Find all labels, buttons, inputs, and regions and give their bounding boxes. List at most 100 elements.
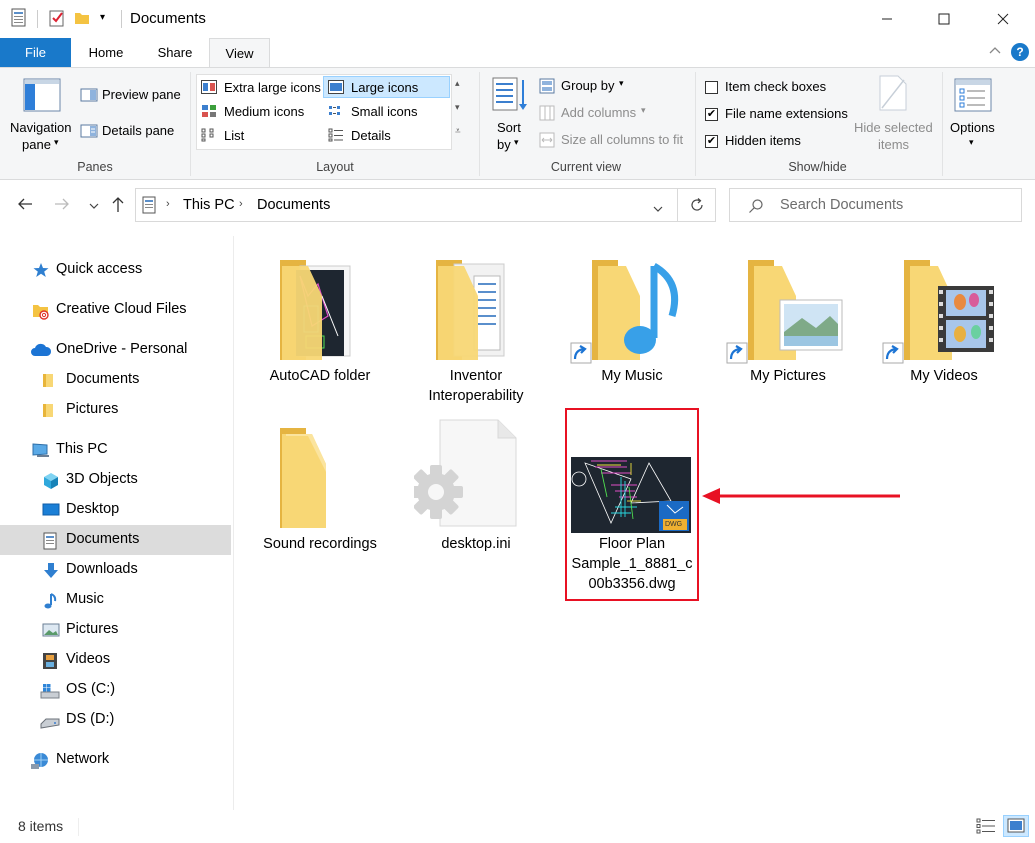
nav-documents[interactable]: Documents [0, 525, 231, 555]
breadcrumb-separator-icon[interactable]: › [239, 198, 243, 210]
add-columns-button[interactable]: Add columns [561, 105, 636, 120]
nav-quick-access[interactable]: Quick access [0, 255, 231, 285]
layout-small-icons[interactable]: Small icons [351, 104, 417, 119]
file-label: Sound recordings [263, 536, 377, 552]
tab-view[interactable]: View [209, 38, 270, 68]
file-name-extensions-checkbox[interactable]: ✔ [705, 108, 718, 121]
layout-medium-icons[interactable]: Medium icons [224, 104, 304, 119]
panes-group-label: Panes [77, 160, 113, 174]
help-icon[interactable]: ? [1011, 43, 1029, 61]
nav-this-pc[interactable]: This PC [0, 435, 231, 465]
pictures-icon [42, 622, 60, 638]
pane-divider[interactable] [233, 236, 234, 810]
sort-by-button[interactable]: Sort by ▾ [488, 76, 532, 156]
nav-label: OneDrive - Personal [56, 341, 188, 357]
current-view-group-label: Current view [550, 160, 622, 174]
gallery-scroll-down-icon[interactable]: ▾ [455, 102, 460, 113]
tab-share[interactable]: Share [141, 38, 209, 67]
tab-home[interactable]: Home [71, 38, 141, 67]
size-columns-icon [539, 132, 555, 151]
nav-onedrive-pictures[interactable]: Pictures [0, 395, 231, 425]
nav-downloads[interactable]: Downloads [0, 555, 231, 585]
status-divider [78, 818, 79, 836]
gallery-expand-icon[interactable]: ⩡ [455, 126, 461, 137]
search-box[interactable]: Search Documents [729, 188, 1022, 222]
show-hide-group-label: Show/hide [788, 160, 847, 174]
customize-quick-access-icon[interactable]: ▾ [100, 12, 105, 23]
file-item-sound-recordings[interactable]: Sound recordings [250, 418, 390, 558]
file-label: Floor Plan [598, 536, 666, 552]
small-icons-icon [328, 104, 344, 121]
recent-locations-icon[interactable] [88, 198, 100, 214]
item-check-boxes-checkbox[interactable] [705, 81, 718, 94]
nav-os-c[interactable]: OS (C:) [0, 675, 231, 705]
nav-3d-objects[interactable]: 3D Objects [0, 465, 231, 495]
navigation-pane-button[interactable]: Navigation pane ▾ [6, 76, 78, 156]
sort-by-label-2: by [497, 137, 511, 152]
navigation-pane-label: Navigation [10, 120, 72, 135]
nav-pictures[interactable]: Pictures [0, 615, 231, 645]
nav-music[interactable]: Music [0, 585, 231, 615]
options-button[interactable]: Options ▾ [946, 76, 1000, 156]
preview-pane-button[interactable]: Preview pane [102, 87, 181, 102]
folder-icon [42, 402, 60, 418]
nav-label: Pictures [66, 401, 119, 417]
tab-file[interactable]: File [0, 38, 71, 67]
new-folder-icon[interactable] [74, 10, 90, 29]
close-button[interactable] [980, 0, 1026, 38]
creative-cloud-folder-icon [32, 302, 50, 320]
breadcrumb-separator-icon[interactable]: › [166, 198, 170, 210]
preview-pane-icon [80, 88, 98, 105]
properties-icon[interactable] [48, 9, 66, 30]
group-by-button[interactable]: Group by [561, 78, 614, 93]
gallery-scroll-up-icon[interactable]: ▴ [455, 78, 460, 89]
breadcrumb-this-pc[interactable]: This PC [183, 197, 235, 213]
hidden-items-checkbox[interactable]: ✔ [705, 135, 718, 148]
file-item-autocad-folder[interactable]: AutoCAD folder [250, 250, 390, 400]
details-pane-button[interactable]: Details pane [102, 123, 174, 138]
file-item-my-music[interactable]: My Music [562, 250, 702, 390]
nav-desktop[interactable]: Desktop [0, 495, 231, 525]
nav-onedrive[interactable]: OneDrive - Personal [0, 335, 231, 365]
nav-label: Music [66, 591, 104, 607]
film-strip-icon [42, 652, 60, 669]
nav-label: 3D Objects [66, 471, 138, 487]
file-explorer-icon[interactable] [10, 8, 28, 31]
refresh-button[interactable] [678, 188, 716, 222]
large-icons-view-icon[interactable] [1003, 815, 1029, 837]
file-item-my-videos[interactable]: My Videos [874, 250, 1014, 390]
maximize-button[interactable] [921, 0, 967, 38]
layout-large-icons[interactable]: Large icons [351, 80, 418, 95]
nav-videos[interactable]: Videos [0, 645, 231, 675]
search-input[interactable]: Search Documents [780, 197, 903, 213]
nav-network[interactable]: Network [0, 745, 231, 775]
layout-list[interactable]: List [224, 128, 244, 143]
collapse-ribbon-icon[interactable] [988, 44, 1002, 58]
up-arrow-icon[interactable] [110, 195, 126, 216]
nav-label: This PC [56, 441, 108, 457]
nav-ds-d[interactable]: DS (D:) [0, 705, 231, 735]
forward-arrow-icon[interactable] [53, 196, 71, 215]
breadcrumb-documents[interactable]: Documents [257, 197, 330, 213]
address-bar[interactable]: › This PC › Documents [135, 188, 678, 222]
file-item-floor-plan-dwg[interactable]: DWG Floor Plan Sample_1_8881_c 00b3356.d… [562, 418, 702, 598]
file-label: My Pictures [750, 368, 826, 384]
desktop-icon [42, 502, 60, 518]
file-item-desktop-ini[interactable]: desktop.ini [406, 418, 546, 558]
nav-onedrive-documents[interactable]: Documents [0, 365, 231, 395]
divider [695, 72, 696, 176]
shortcut-arrow-icon [726, 342, 748, 367]
file-item-inventor-interoperability[interactable]: Inventor Interoperability [406, 250, 546, 410]
hide-selected-items-button[interactable]: Hide selected items [850, 74, 938, 154]
minimize-button[interactable] [864, 0, 910, 38]
inventor-folder-icon [434, 256, 514, 365]
layout-details[interactable]: Details [351, 128, 391, 143]
back-arrow-icon[interactable] [16, 196, 34, 215]
nav-creative-cloud-files[interactable]: Creative Cloud Files [0, 295, 231, 325]
size-columns-button[interactable]: Size all columns to fit [561, 132, 683, 147]
file-item-my-pictures[interactable]: My Pictures [718, 250, 858, 390]
address-history-icon[interactable] [652, 201, 664, 217]
layout-extra-large-icons[interactable]: Extra large icons [224, 80, 321, 95]
details-view-icon[interactable] [976, 817, 996, 838]
chevron-down-icon: ▾ [969, 137, 974, 147]
